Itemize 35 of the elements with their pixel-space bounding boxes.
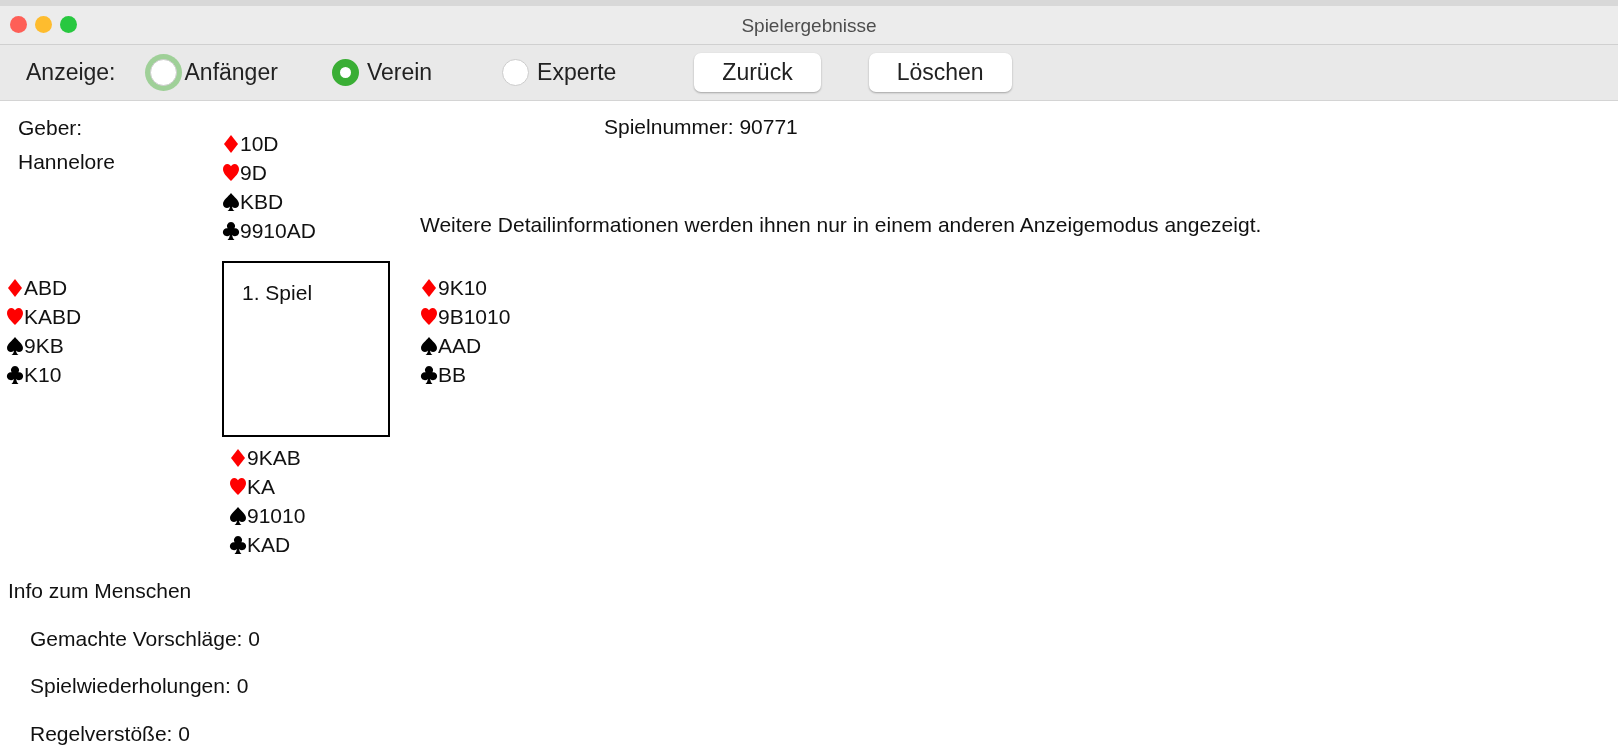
heart-icon [6,306,24,327]
toolbar-button[interactable]: Zurück [694,53,821,92]
club-icon [222,220,240,241]
window-title: Spielergebnisse [741,14,877,38]
spade-icon [6,335,24,356]
window-control-icon[interactable] [10,16,27,33]
radio-option[interactable]: Experte [502,55,617,90]
club-icon [229,534,247,555]
info-title: Info zum Menschen [8,578,193,604]
game-number: Spielnummer: 90771 [603,114,799,140]
club-icon [6,364,24,385]
info-line: Gemachte Vorschläge: 0 [30,625,261,652]
window-control-icon[interactable] [35,16,52,33]
heart-icon [420,306,438,327]
diamond-icon [222,133,240,154]
game-label: 1. Spiel [242,280,314,306]
dealer-name: Hannelore [18,149,116,175]
dealer-label: Geber: [18,115,84,141]
radio-option[interactable]: Verein [331,55,433,90]
diamond-icon [6,277,24,298]
spade-icon [222,191,240,212]
info-line: Spielwiederholungen: 0 [30,673,250,699]
radio-option[interactable]: Anfänger [149,55,278,90]
spade-icon [229,505,247,526]
toolbar-button[interactable]: Löschen [868,53,1012,92]
window-control-icon[interactable] [60,16,77,33]
heart-icon [229,476,247,497]
info-line: Regelverstöße: 0 [30,720,191,747]
notice-text: Weitere Detailinformationen werden ihnen nur in einem anderen Anzeigemodus angezeigt. [420,211,1263,238]
spade-icon [420,335,438,356]
heart-icon [222,162,240,183]
diamond-icon [229,447,247,468]
diamond-icon [420,277,438,298]
club-icon [420,364,438,385]
display-label: Anzeige: [26,58,116,88]
